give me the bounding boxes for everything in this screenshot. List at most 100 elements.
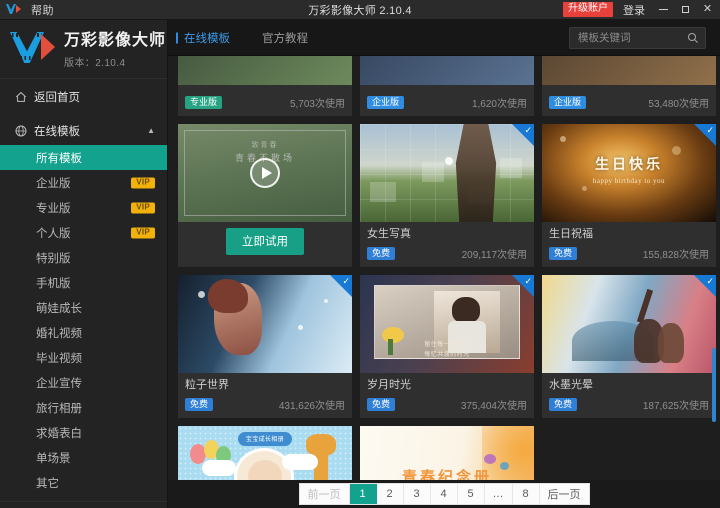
pagination-page-1[interactable]: 1 (349, 484, 377, 504)
sidebar-item-other-label: 其它 (36, 477, 59, 490)
sidebar-item-all-templates[interactable]: 所有模板 (0, 145, 167, 170)
tab-bar: 在线模板 官方教程 (168, 20, 324, 55)
brand-logo-icon (10, 30, 56, 66)
sidebar-item-favorites[interactable]: 我的收藏 (0, 501, 167, 508)
close-icon[interactable]: ✕ (702, 4, 713, 15)
badge-enterprise: 企业版 (367, 96, 405, 109)
sidebar-item-kids-growth-label: 萌娃成长 (36, 302, 82, 315)
usage-count: 209,117次使用 (461, 250, 527, 261)
sidebar-item-travel-album[interactable]: 旅行相册 (0, 395, 167, 420)
window-body: 万彩影像大师 版本：2.10.4 返回首页 在线模板 ▲ 所有模板 企业版 VI… (0, 20, 720, 508)
pagination-page-8[interactable]: 8 (513, 484, 540, 504)
template-thumbnail[interactable]: 致青春 青春不散场 (178, 124, 352, 222)
pagination-page-5[interactable]: 5 (458, 484, 485, 504)
template-card[interactable]: 留住每一刻美好 每忆共渡的时光 ✓ 岁月时光 免费 375,404次使用 (360, 275, 534, 418)
sidebar-item-professional[interactable]: 专业版 VIP (0, 195, 167, 220)
badge-pro: 专业版 (185, 96, 223, 109)
minimize-icon[interactable] (658, 9, 669, 10)
brand-version: 版本：2.10.4 (64, 58, 126, 69)
template-title: 女生写真 (367, 228, 411, 240)
search-box[interactable] (569, 26, 706, 49)
template-card[interactable]: ✓ 水墨光晕 免费 187,625次使用 (542, 275, 716, 418)
template-card[interactable]: 企业版 1,620次使用 (360, 56, 534, 116)
sidebar-item-kids-growth[interactable]: 萌娃成长 (0, 295, 167, 320)
template-thumbnail[interactable]: 青春纪念册 (360, 426, 534, 480)
search-input[interactable] (578, 31, 687, 44)
template-thumbnail[interactable]: 宝宝成长相册 月月 (178, 426, 352, 480)
sidebar-item-professional-label: 专业版 (36, 202, 71, 215)
play-icon[interactable] (250, 158, 280, 188)
pagination-ellipsis: … (485, 484, 513, 504)
try-now-button[interactable]: 立即试用 (226, 228, 304, 255)
thumbnail-text-1: 留住每一刻美好 (424, 342, 470, 348)
template-card[interactable]: 专业版 5,703次使用 (178, 56, 352, 116)
chevron-up-icon[interactable]: ▲ (147, 127, 155, 135)
templates-grid: 专业版 5,703次使用 企业版 1,620次使用 企业版 53,480次使用 … (178, 56, 718, 480)
check-icon: ✓ (706, 125, 714, 135)
sidebar-item-enterprise[interactable]: 企业版 VIP (0, 170, 167, 195)
sidebar-item-personal-label: 个人版 (36, 227, 71, 240)
template-thumbnail[interactable]: 生日快乐 happy birthday to you ✓ (542, 124, 716, 222)
home-icon (14, 91, 27, 104)
template-card[interactable]: 宝宝成长相册 月月 (178, 426, 352, 480)
badge-free: 免费 (549, 398, 578, 411)
pagination-page-2[interactable]: 2 (377, 484, 404, 504)
sidebar-item-online-templates-label: 在线模板 (34, 126, 80, 138)
sidebar-item-mobile[interactable]: 手机版 (0, 270, 167, 295)
sidebar-item-mobile-label: 手机版 (36, 277, 71, 290)
sidebar-item-home-label: 返回首页 (34, 92, 80, 104)
check-icon: ✓ (524, 276, 532, 286)
sidebar-item-proposal-label: 求婚表白 (36, 427, 82, 440)
template-card-hovered[interactable]: 致青春 青春不散场 立即试用 (178, 124, 352, 267)
template-card[interactable]: ✓ 粒子世界 免费 431,626次使用 (178, 275, 352, 418)
sidebar-item-graduation-video-label: 毕业视频 (36, 352, 82, 365)
sidebar-item-graduation-video[interactable]: 毕业视频 (0, 345, 167, 370)
pagination-next[interactable]: 后一页 (540, 484, 589, 504)
sidebar-item-single-scene[interactable]: 单场景 (0, 445, 167, 470)
maximize-icon[interactable] (680, 6, 691, 13)
sidebar-item-wedding-video[interactable]: 婚礼视频 (0, 320, 167, 345)
pagination-prev[interactable]: 前一页 (300, 484, 350, 504)
templates-scroll-area[interactable]: 专业版 5,703次使用 企业版 1,620次使用 企业版 53,480次使用 … (168, 56, 720, 480)
app-logo-icon (6, 4, 22, 15)
template-card[interactable]: 企业版 53,480次使用 (542, 56, 716, 116)
usage-count: 187,625次使用 (642, 401, 709, 412)
sidebar-item-proposal[interactable]: 求婚表白 (0, 420, 167, 445)
title-bar: 帮助 万彩影像大师 2.10.4 升级账户 登录 ✕ (0, 0, 720, 20)
tab-official-tutorial-label: 官方教程 (262, 32, 308, 45)
login-link[interactable]: 登录 (623, 2, 645, 18)
template-thumbnail[interactable]: ✓ (178, 275, 352, 373)
sidebar-item-other[interactable]: 其它 (0, 470, 167, 495)
usage-count: 155,828次使用 (642, 250, 709, 261)
template-thumbnail[interactable]: ✓ (360, 124, 534, 222)
scrollbar-thumb[interactable] (712, 348, 716, 422)
pagination-page-4[interactable]: 4 (431, 484, 458, 504)
sidebar-item-all-templates-label: 所有模板 (36, 152, 82, 165)
template-card[interactable]: 生日快乐 happy birthday to you ✓ 生日祝福 免费 155… (542, 124, 716, 267)
template-card[interactable]: ✓ 女生写真 免费 209,117次使用 (360, 124, 534, 267)
sidebar-item-single-scene-label: 单场景 (36, 452, 71, 465)
sidebar-item-home[interactable]: 返回首页 (0, 83, 167, 111)
sidebar: 万彩影像大师 版本：2.10.4 返回首页 在线模板 ▲ 所有模板 企业版 VI… (0, 20, 168, 508)
tab-official-tutorial[interactable]: 官方教程 (246, 20, 324, 55)
tab-online-templates[interactable]: 在线模板 (168, 20, 246, 55)
template-thumbnail[interactable]: ✓ (542, 275, 716, 373)
pagination: 前一页 1 2 3 4 5 … 8 后一页 (168, 480, 720, 508)
sidebar-item-special[interactable]: 特别版 (0, 245, 167, 270)
sidebar-item-online-templates[interactable]: 在线模板 ▲ (0, 117, 167, 145)
sidebar-item-personal[interactable]: 个人版 VIP (0, 220, 167, 245)
thumbnail-text-1: 生日快乐 (595, 156, 663, 172)
template-card[interactable]: 青春纪念册 (360, 426, 534, 480)
globe-icon (14, 125, 27, 138)
vertical-scrollbar[interactable] (711, 56, 717, 480)
template-title: 生日祝福 (549, 228, 593, 240)
template-title: 粒子世界 (185, 379, 229, 391)
upgrade-account-button[interactable]: 升级账户 (563, 2, 613, 17)
pagination-page-3[interactable]: 3 (404, 484, 431, 504)
window-controls: ✕ (658, 4, 713, 15)
sidebar-item-corporate-promo[interactable]: 企业宣传 (0, 370, 167, 395)
brand-block: 万彩影像大师 版本：2.10.4 (0, 20, 167, 78)
search-icon[interactable] (687, 32, 699, 44)
template-thumbnail[interactable]: 留住每一刻美好 每忆共渡的时光 ✓ (360, 275, 534, 373)
menu-help[interactable]: 帮助 (31, 2, 54, 18)
